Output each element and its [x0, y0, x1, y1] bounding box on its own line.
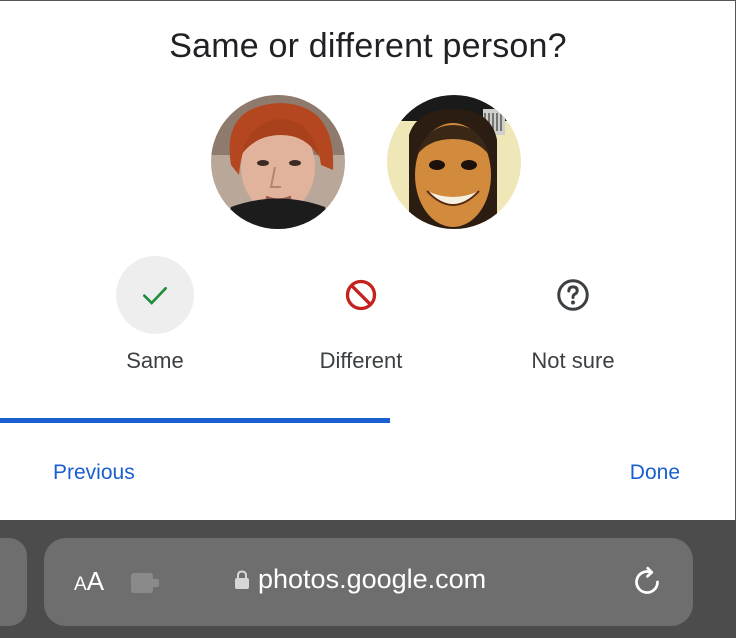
face-photo-2 [387, 95, 521, 229]
previous-button[interactable]: Previous [53, 461, 135, 485]
option-not-sure-label: Not sure [531, 348, 615, 373]
address-bar[interactable]: AA photos.google.com [44, 538, 693, 626]
url-display[interactable]: photos.google.com [234, 564, 486, 595]
url-text: photos.google.com [258, 564, 487, 594]
text-size-large-glyph: A [86, 566, 105, 596]
browser-toolbar: AA photos.google.com [0, 520, 736, 638]
reload-icon [635, 566, 659, 594]
question-icon [557, 279, 589, 311]
not-sure-option-circle[interactable] [534, 256, 612, 334]
option-same-label: Same [126, 348, 184, 373]
lock-icon [235, 569, 249, 589]
text-size-button[interactable]: AA [74, 566, 104, 597]
same-option-circle[interactable] [116, 256, 194, 334]
option-different-label: Different [319, 348, 403, 373]
previous-tab-pill[interactable] [0, 538, 27, 626]
option-same[interactable]: Same [65, 256, 245, 386]
option-not-sure[interactable]: Not sure [483, 256, 663, 386]
progress-bar [0, 418, 736, 423]
ban-icon [345, 279, 377, 311]
progress-bar-fill [0, 418, 391, 423]
reload-button[interactable] [629, 564, 665, 605]
face-review-dialog: Same or different person? Same Different… [0, 0, 736, 520]
face-photo-1 [211, 95, 345, 229]
check-icon [143, 287, 167, 305]
done-button[interactable]: Done [630, 461, 680, 485]
different-option-circle[interactable] [322, 256, 400, 334]
option-different[interactable]: Different [271, 256, 451, 386]
dialog-title: Same or different person? [169, 27, 567, 65]
extension-icon[interactable] [129, 570, 163, 601]
text-size-small-glyph: A [74, 574, 87, 595]
